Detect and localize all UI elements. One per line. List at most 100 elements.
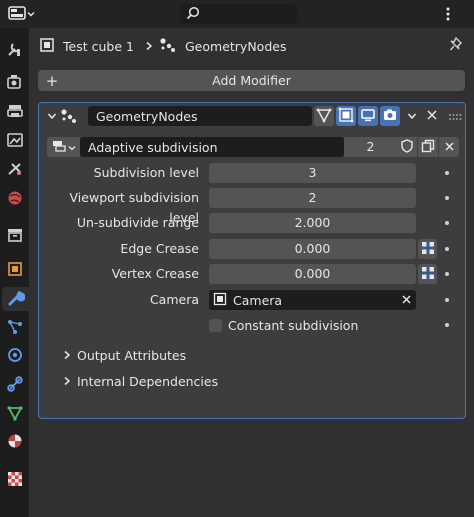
node-group-users-count[interactable]: 2	[344, 137, 397, 157]
physics-tab[interactable]	[3, 344, 27, 368]
viewport-toggle[interactable]	[358, 106, 378, 126]
output-tab[interactable]	[3, 100, 27, 124]
camera-icon	[382, 107, 398, 126]
keyframe-dot-icon[interactable]	[445, 247, 449, 251]
constraints-tab[interactable]	[3, 373, 27, 397]
node-group-name-text: Adaptive subdivision	[88, 139, 218, 155]
view-layer-icon	[6, 131, 24, 152]
clear-camera-button[interactable]	[396, 290, 416, 310]
object-icon	[6, 260, 24, 281]
search-input[interactable]	[180, 4, 297, 24]
breadcrumb-modifier: GeometryNodes	[159, 36, 286, 56]
pin-icon	[449, 36, 463, 56]
output-icon	[6, 102, 24, 123]
keyframe-dot-icon[interactable]	[445, 171, 449, 175]
particles-tab[interactable]	[3, 316, 27, 340]
subpanel-output-attributes[interactable]: Output Attributes	[63, 346, 186, 366]
breadcrumb-modifier-label: GeometryNodes	[185, 38, 287, 54]
subdivision-level-field[interactable]: 3	[209, 163, 416, 183]
search-icon	[186, 6, 200, 23]
keyframe-dot-icon[interactable]	[445, 196, 449, 200]
vertex-crease-field[interactable]: 0.000	[209, 264, 416, 284]
attribute-toggle-icon	[421, 241, 435, 258]
texture-tab[interactable]	[3, 468, 27, 492]
tool-tab[interactable]	[3, 38, 27, 62]
node-group-browse-button[interactable]	[47, 137, 81, 157]
edit-mode-toggle[interactable]	[314, 106, 334, 126]
render-icon	[6, 73, 24, 94]
chevron-right-icon	[63, 346, 71, 366]
editor-type-selector[interactable]	[8, 4, 44, 24]
chevron-right-icon	[145, 36, 153, 56]
constant-subdivision-label: Constant subdivision	[228, 317, 359, 333]
attribute-toggle-button[interactable]	[418, 239, 437, 259]
view-layer-tab[interactable]	[3, 129, 27, 153]
properties-editor-icon	[8, 5, 26, 24]
edge-crease-label: Edge Crease	[120, 241, 199, 256]
material-icon	[6, 432, 24, 453]
modifier-extras-dropdown[interactable]	[402, 106, 422, 126]
attribute-toggle-button[interactable]	[418, 264, 437, 284]
duplicate-node-group-button[interactable]	[418, 137, 438, 157]
unsubdivide-range-field[interactable]: 2.000	[209, 213, 416, 233]
object-tab[interactable]	[3, 258, 27, 282]
geometry-nodes-icon	[159, 37, 177, 56]
chevron-down-icon	[68, 140, 76, 155]
camera-field[interactable]: Camera	[209, 290, 416, 310]
keyframe-dot-icon[interactable]	[445, 221, 449, 225]
attribute-toggle-icon	[421, 266, 435, 283]
wrench-icon	[7, 289, 25, 310]
world-tab[interactable]	[3, 187, 27, 211]
world-icon	[6, 189, 24, 210]
object-icon	[39, 37, 55, 56]
modifier-name-field[interactable]: GeometryNodes	[88, 106, 312, 126]
editmode-cage-toggle[interactable]	[336, 106, 356, 126]
monitor-icon	[360, 107, 376, 126]
keyframe-dot-icon[interactable]	[445, 272, 449, 276]
fake-user-toggle[interactable]	[397, 137, 417, 157]
modifiers-tab[interactable]	[2, 287, 29, 311]
add-modifier-button[interactable]: + Add Modifier	[38, 70, 465, 91]
keyframe-dot-icon[interactable]	[445, 298, 449, 302]
viewport-subdivision-level-field[interactable]: 2	[209, 188, 416, 208]
scene-tab[interactable]	[3, 158, 27, 182]
edge-crease-field[interactable]: 0.000	[209, 239, 416, 259]
grip-icon	[448, 109, 462, 124]
mesh-data-icon	[6, 404, 24, 425]
top-header	[0, 0, 474, 28]
drag-handle[interactable]	[445, 106, 465, 126]
render-tab[interactable]	[3, 71, 27, 95]
mesh-cage-icon	[338, 107, 354, 126]
node-group-name-field[interactable]: Adaptive subdivision	[80, 137, 344, 157]
render-toggle[interactable]	[380, 106, 400, 126]
remove-modifier-button[interactable]	[422, 106, 442, 126]
pin-button[interactable]	[446, 36, 466, 56]
modifier-name-text: GeometryNodes	[96, 108, 198, 124]
chevron-down-icon	[407, 109, 417, 124]
keyframe-dot-icon[interactable]	[445, 323, 449, 327]
chevron-right-icon	[63, 372, 71, 392]
modifier-properties-panel: Test cube 1 GeometryNodes + Add Modifier…	[29, 28, 474, 517]
data-tab[interactable]	[3, 402, 27, 426]
viewport-subdivision-level-label: Viewport subdivision level	[69, 190, 199, 225]
scene-icon	[6, 160, 24, 181]
shield-icon	[400, 138, 414, 156]
edit-mode-icon	[316, 107, 332, 126]
close-icon	[444, 140, 455, 155]
breadcrumb-object-label: Test cube 1	[63, 38, 134, 54]
subpanel-output-attributes-label: Output Attributes	[77, 348, 187, 363]
collection-tab[interactable]	[3, 224, 27, 248]
material-tab[interactable]	[3, 430, 27, 454]
unlink-node-group-button[interactable]	[439, 137, 459, 157]
texture-icon	[6, 470, 24, 491]
subdivision-level-label: Subdivision level	[93, 165, 199, 180]
constraint-icon	[6, 375, 24, 396]
close-icon	[426, 109, 438, 124]
constant-subdivision-checkbox[interactable]	[209, 318, 222, 332]
particles-icon	[6, 318, 24, 339]
geometry-nodes-modifier-panel: GeometryNodes Adaptive subdivision 2 Sub…	[38, 102, 466, 419]
subpanel-internal-dependencies[interactable]: Internal Dependencies	[63, 372, 218, 392]
camera-field-value: Camera	[233, 292, 283, 308]
collection-icon	[6, 226, 24, 247]
options-menu-button[interactable]	[438, 4, 458, 24]
